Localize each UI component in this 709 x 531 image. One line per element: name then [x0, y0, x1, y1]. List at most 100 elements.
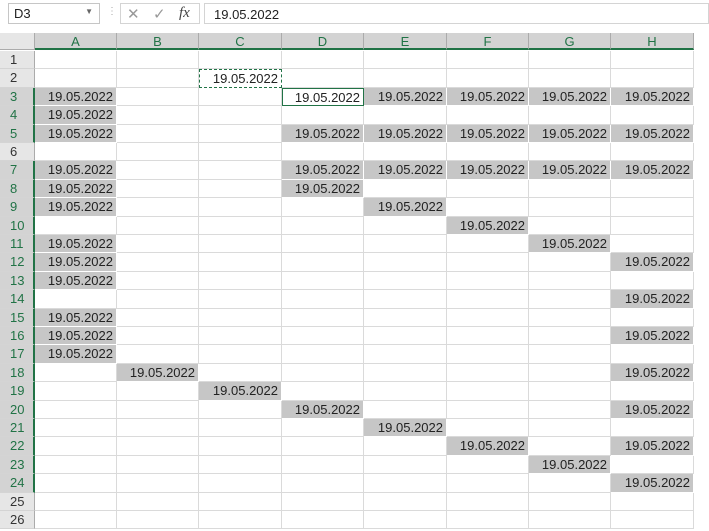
cell-C19[interactable]: 19.05.2022 [199, 382, 282, 401]
cell-D2[interactable] [282, 69, 364, 88]
cell-G7[interactable]: 19.05.2022 [529, 161, 611, 180]
cell-D16[interactable] [282, 327, 364, 346]
cell-G15[interactable] [529, 308, 611, 327]
cell-E25[interactable] [364, 492, 447, 511]
cell-C15[interactable] [199, 308, 282, 327]
cell-B25[interactable] [117, 492, 199, 511]
cell-E12[interactable] [364, 253, 447, 272]
cell-C20[interactable] [199, 400, 282, 419]
cell-B13[interactable] [117, 271, 199, 291]
cell-A8[interactable]: 19.05.2022 [35, 179, 117, 199]
cell-E23[interactable] [364, 455, 447, 475]
cell-F10[interactable]: 19.05.2022 [447, 216, 529, 235]
cell-H13[interactable] [611, 271, 694, 291]
cell-H11[interactable] [611, 235, 694, 254]
drag-handle-icon[interactable]: ⋮ [107, 6, 117, 17]
cell-A11[interactable]: 19.05.2022 [35, 235, 117, 254]
cell-H7[interactable]: 19.05.2022 [611, 161, 694, 180]
cell-C11[interactable] [199, 235, 282, 254]
cell-H3[interactable]: 19.05.2022 [611, 87, 694, 107]
column-header-E[interactable]: E [364, 33, 447, 50]
row-header-24[interactable]: 24 [0, 474, 35, 493]
cell-E13[interactable] [364, 271, 447, 291]
cell-H25[interactable] [611, 492, 694, 511]
cell-A10[interactable] [35, 216, 117, 235]
cell-C16[interactable] [199, 327, 282, 346]
column-header-D[interactable]: D [282, 33, 364, 50]
cell-E22[interactable] [364, 437, 447, 456]
cell-B23[interactable] [117, 455, 199, 475]
cell-B3[interactable] [117, 87, 199, 107]
cell-A7[interactable]: 19.05.2022 [35, 161, 117, 180]
cell-G20[interactable] [529, 400, 611, 419]
row-header-5[interactable]: 5 [0, 124, 35, 143]
cell-G4[interactable] [529, 106, 611, 125]
cell-F20[interactable] [447, 400, 529, 419]
cell-D25[interactable] [282, 492, 364, 511]
cell-F23[interactable] [447, 455, 529, 475]
cell-G21[interactable] [529, 419, 611, 438]
cell-H6[interactable] [611, 143, 694, 162]
row-header-6[interactable]: 6 [0, 143, 35, 162]
cell-H17[interactable] [611, 345, 694, 364]
cell-D26[interactable] [282, 511, 364, 530]
cell-A4[interactable]: 19.05.2022 [35, 106, 117, 125]
cell-F3[interactable]: 19.05.2022 [447, 87, 529, 107]
cell-H5[interactable]: 19.05.2022 [611, 124, 694, 143]
cell-A18[interactable] [35, 363, 117, 383]
cell-B26[interactable] [117, 511, 199, 530]
row-header-10[interactable]: 10 [0, 216, 35, 235]
fx-icon[interactable]: fx [179, 5, 190, 22]
cell-D1[interactable] [282, 51, 364, 70]
cell-C14[interactable] [199, 290, 282, 309]
cell-G19[interactable] [529, 382, 611, 401]
cell-G11[interactable]: 19.05.2022 [529, 235, 611, 254]
name-box[interactable]: D3 ▼ [8, 3, 100, 24]
cell-B16[interactable] [117, 327, 199, 346]
cell-A9[interactable]: 19.05.2022 [35, 198, 117, 217]
cell-A16[interactable]: 19.05.2022 [35, 327, 117, 346]
cell-F21[interactable] [447, 419, 529, 438]
row-header-9[interactable]: 9 [0, 198, 35, 217]
row-header-11[interactable]: 11 [0, 235, 35, 254]
cell-H21[interactable] [611, 419, 694, 438]
cell-A23[interactable] [35, 455, 117, 475]
cell-C22[interactable] [199, 437, 282, 456]
cell-F8[interactable] [447, 179, 529, 199]
row-header-8[interactable]: 8 [0, 179, 35, 199]
cell-D17[interactable] [282, 345, 364, 364]
cell-A21[interactable] [35, 419, 117, 438]
column-header-B[interactable]: B [117, 33, 199, 50]
cell-C12[interactable] [199, 253, 282, 272]
cell-G17[interactable] [529, 345, 611, 364]
cell-H9[interactable] [611, 198, 694, 217]
cell-A14[interactable] [35, 290, 117, 309]
cell-F15[interactable] [447, 308, 529, 327]
cell-C1[interactable] [199, 51, 282, 70]
cell-F17[interactable] [447, 345, 529, 364]
cell-E14[interactable] [364, 290, 447, 309]
cell-G2[interactable] [529, 69, 611, 88]
cell-D18[interactable] [282, 363, 364, 383]
cell-B24[interactable] [117, 474, 199, 493]
cell-G10[interactable] [529, 216, 611, 235]
cell-B20[interactable] [117, 400, 199, 419]
row-header-14[interactable]: 14 [0, 290, 35, 309]
cell-A13[interactable]: 19.05.2022 [35, 271, 117, 291]
cell-F14[interactable] [447, 290, 529, 309]
cell-H1[interactable] [611, 51, 694, 70]
cell-B10[interactable] [117, 216, 199, 235]
row-header-12[interactable]: 12 [0, 253, 35, 272]
cell-D12[interactable] [282, 253, 364, 272]
cell-B14[interactable] [117, 290, 199, 309]
cell-D20[interactable]: 19.05.2022 [282, 400, 364, 419]
cell-E6[interactable] [364, 143, 447, 162]
cell-B6[interactable] [117, 143, 199, 162]
cell-F6[interactable] [447, 143, 529, 162]
cell-G6[interactable] [529, 143, 611, 162]
row-header-13[interactable]: 13 [0, 271, 35, 291]
cell-E7[interactable]: 19.05.2022 [364, 161, 447, 180]
cell-A2[interactable] [35, 69, 117, 88]
cell-D8[interactable]: 19.05.2022 [282, 179, 364, 199]
cell-H12[interactable]: 19.05.2022 [611, 253, 694, 272]
